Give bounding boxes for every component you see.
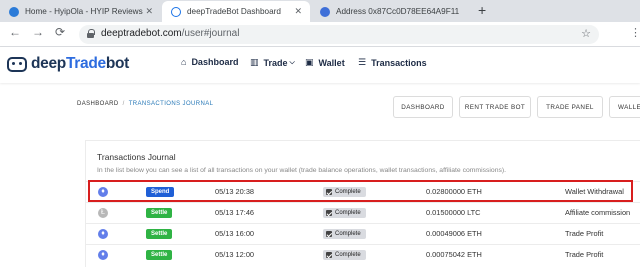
back-icon[interactable]: ← <box>9 25 21 39</box>
site-header: deepTradebot ⌂ Dashboard ▥ Trade ⌵ ▣ Wal… <box>0 47 640 83</box>
forward-icon[interactable]: → <box>32 25 44 39</box>
nav-dashboard[interactable]: ⌂ Dashboard <box>181 57 238 67</box>
nav-label: Dashboard <box>191 57 239 67</box>
row-amount: 0.00049006 ETH <box>426 229 482 238</box>
status-badge: Complete <box>323 250 366 260</box>
dashboard-button[interactable]: DASHBOARD <box>393 96 453 118</box>
browser-menu-icon[interactable]: ⋮ <box>630 26 640 39</box>
type-badge: Settle <box>146 208 173 218</box>
breadcrumb-dashboard[interactable]: DASHBOARD <box>77 101 119 107</box>
tab-title: deepTradeBot Dashboard <box>187 7 281 16</box>
nav-trade[interactable]: ▥ Trade ⌵ <box>250 57 295 68</box>
checkbox-icon <box>326 252 332 258</box>
bookmark-star-icon[interactable]: ☆ <box>581 27 591 40</box>
journal-title: Transactions Journal <box>97 152 176 162</box>
breadcrumb-separator: / <box>122 101 125 107</box>
list-icon: ☰ <box>358 57 367 67</box>
table-row[interactable]: ♦ Settle 05/13 16:00 Complete 0.00049006… <box>86 223 640 244</box>
close-icon[interactable]: ✕ <box>145 6 153 17</box>
deeptradebot-favicon-icon <box>171 6 181 17</box>
nav-wallet[interactable]: ▣ Wallet <box>305 57 345 68</box>
etherscan-favicon-icon <box>320 6 330 17</box>
nav-label: Transactions <box>371 57 427 68</box>
tab-etherscan[interactable]: Address 0x87Cc0D78EE64A9F11 <box>311 1 469 22</box>
checkbox-icon <box>326 210 332 216</box>
deeptradebot-logo[interactable]: deepTradebot <box>7 55 129 73</box>
ethereum-icon: ♦ <box>98 229 108 239</box>
checkbox-icon <box>326 231 332 237</box>
rent-trade-bot-button[interactable]: RENT TRADE BOT <box>459 96 531 118</box>
ethereum-icon: ♦ <box>98 250 108 260</box>
trade-panel-button[interactable]: TRADE PANEL <box>537 96 603 118</box>
breadcrumb-current: TRANSACTIONS JOURNAL <box>128 101 214 107</box>
row-description: Affiliate commission <box>565 208 631 217</box>
row-date: 05/13 17:46 <box>215 208 255 217</box>
tab-title: Address 0x87Cc0D78EE64A9F11 <box>336 7 460 16</box>
tab-hyipola[interactable]: Home - HyipOla - HYIP Reviews ✕ <box>0 1 161 22</box>
highlight-box <box>88 180 633 202</box>
type-badge: Settle <box>146 250 173 260</box>
reload-icon[interactable]: ⟳ <box>55 25 65 39</box>
home-icon: ⌂ <box>181 57 187 67</box>
row-description: Trade Profit <box>565 250 604 259</box>
tab-title: Home - HyipOla - HYIP Reviews <box>25 7 143 16</box>
journal-description: In the list below you can see a list of … <box>97 167 507 174</box>
nav-label: Trade <box>263 57 288 68</box>
row-date: 05/13 16:00 <box>215 229 255 238</box>
logo-text: deepTradebot <box>31 55 130 72</box>
wallet-icon: ▣ <box>305 57 314 67</box>
close-icon[interactable]: ✕ <box>294 6 302 17</box>
status-label: Complete <box>335 231 361 237</box>
hyipola-favicon-icon <box>9 6 19 17</box>
row-date: 05/13 12:00 <box>215 250 255 259</box>
browser-tab-strip: Home - HyipOla - HYIP Reviews ✕ deepTrad… <box>0 0 640 22</box>
row-amount: 0.01500000 LTC <box>426 208 481 217</box>
status-badge: Complete <box>323 229 366 239</box>
litecoin-icon: Ł <box>98 208 108 218</box>
type-badge: Settle <box>146 229 173 239</box>
status-label: Complete <box>335 210 361 216</box>
url-text: deeptradebot.com/user#journal <box>101 28 239 39</box>
table-row[interactable]: Ł Settle 05/13 17:46 Complete 0.01500000… <box>86 202 640 223</box>
chart-icon: ▥ <box>250 57 259 67</box>
table-row[interactable]: ♦ Settle 05/13 12:00 Complete 0.00075042… <box>86 244 640 265</box>
status-badge: Complete <box>323 208 366 218</box>
url-host: deeptradebot.com <box>101 28 182 39</box>
row-amount: 0.00075042 ETH <box>426 250 482 259</box>
tab-deeptradebot[interactable]: deepTradeBot Dashboard ✕ <box>162 1 310 22</box>
row-description: Trade Profit <box>565 229 604 238</box>
status-label: Complete <box>335 252 361 258</box>
robot-logo-icon <box>7 56 27 72</box>
nav-transactions[interactable]: ☰ Transactions <box>358 57 427 68</box>
new-tab-icon[interactable]: + <box>478 2 486 18</box>
url-path: /user#journal <box>181 28 240 39</box>
lock-icon <box>87 29 95 38</box>
nav-label: Wallet <box>318 57 345 68</box>
browser-toolbar: ← → ⟳ deeptradebot.com/user#journal ☆ ⋮ <box>0 22 640 47</box>
breadcrumb: DASHBOARD / TRANSACTIONS JOURNAL <box>77 101 213 107</box>
address-bar[interactable]: deeptradebot.com/user#journal ☆ <box>79 25 599 44</box>
chevron-down-icon: ⌵ <box>289 58 295 66</box>
wallet-button[interactable]: WALLET <box>609 96 640 118</box>
